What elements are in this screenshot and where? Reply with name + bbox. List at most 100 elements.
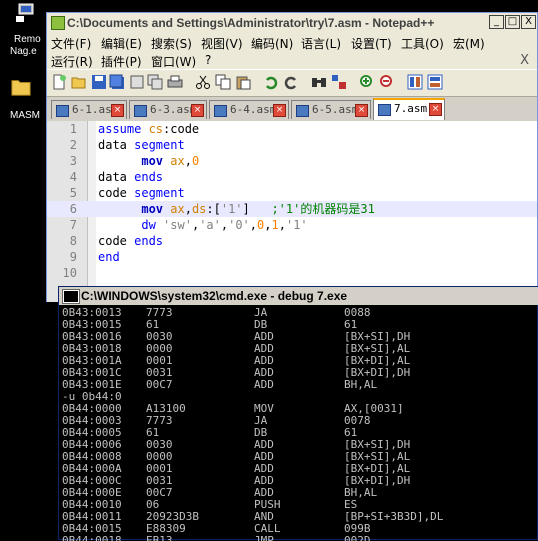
maximize-button[interactable]: □ — [505, 15, 520, 29]
zoom-in-icon[interactable] — [359, 74, 375, 90]
tab-close-icon[interactable]: × — [273, 104, 286, 117]
code-line[interactable]: 3 mov ax,0 — [47, 153, 537, 169]
code-line[interactable]: 7 dw 'sw','a','0',0,1,'1' — [47, 217, 537, 233]
line-code: code segment — [98, 185, 185, 201]
menu-help[interactable]: ? — [205, 53, 211, 67]
line-code: assume cs:code — [98, 121, 199, 137]
menu-macro[interactable]: 宏(M) — [453, 35, 485, 52]
sync-horizontal-icon[interactable] — [427, 74, 443, 90]
tab-label: 7.asm — [394, 102, 428, 115]
desktop-shortcut-remote[interactable]: Remo Nag.e — [10, 2, 41, 57]
notepad-plus-plus-window: C:\Documents and Settings\Administrator\… — [46, 12, 538, 302]
window-titlebar[interactable]: C:\Documents and Settings\Administrator\… — [47, 13, 537, 33]
code-token: 0 — [191, 154, 200, 168]
cmd-window-title: C:\WINDOWS\system32\cmd.exe - debug 7.ex… — [81, 289, 348, 303]
code-line[interactable]: 10 — [47, 265, 537, 281]
tab-6-4-asm[interactable]: 6-4.asm × — [209, 100, 289, 119]
menu-bar: 文件(F) 编辑(E) 搜索(S) 视图(V) 编码(N) 语言(L) 设置(T… — [47, 33, 537, 51]
find-icon[interactable] — [311, 74, 327, 90]
cmd-window: C:\WINDOWS\system32\cmd.exe - debug 7.ex… — [58, 286, 538, 541]
menu-plugins[interactable]: 插件(P) — [101, 53, 142, 70]
menu-edit[interactable]: 编辑(E) — [101, 35, 142, 52]
menu-run[interactable]: 运行(R) — [51, 53, 93, 70]
zoom-out-icon[interactable] — [379, 74, 395, 90]
code-line[interactable]: 6 mov ax,ds:['1'] ;'1'的机器码是31 — [47, 201, 537, 217]
operand: 002D — [344, 534, 371, 541]
cut-icon[interactable] — [195, 74, 211, 90]
menu-file[interactable]: 文件(F) — [51, 35, 91, 52]
menu-window[interactable]: 窗口(W) — [151, 53, 196, 70]
mnemonic: ADD — [254, 378, 274, 391]
tab-6-3-asm[interactable]: 6-3.asm × — [129, 100, 207, 119]
menu-language[interactable]: 语言(L) — [301, 35, 341, 52]
save-icon[interactable] — [91, 74, 107, 90]
code-line[interactable]: 8 code ends — [47, 233, 537, 249]
desktop-icon-label: Nag.e — [10, 46, 37, 57]
code-token: , — [184, 154, 192, 168]
line-number: 4 — [69, 170, 77, 184]
new-file-icon[interactable] — [51, 74, 67, 90]
code-token: data — [98, 170, 135, 184]
cmd-titlebar[interactable]: C:\WINDOWS\system32\cmd.exe - debug 7.ex… — [59, 287, 538, 305]
code-token: dw — [141, 218, 164, 232]
tab-close-icon[interactable]: × — [429, 103, 442, 116]
code-token: , — [249, 218, 258, 232]
tab-close-icon[interactable]: × — [355, 104, 368, 117]
line-number: 1 — [69, 122, 77, 136]
menu-bar-row2: 运行(R) 插件(P) 窗口(W) ? — [47, 51, 537, 69]
undo-icon[interactable] — [263, 74, 279, 90]
file-saved-icon — [134, 105, 147, 117]
code-token: ;'1'的机器码是31 — [271, 202, 375, 216]
desktop-folder-masm[interactable]: MASM — [10, 76, 40, 121]
sync-vertical-icon[interactable] — [407, 74, 423, 90]
code-line[interactable]: 1 assume cs:code — [47, 121, 537, 137]
code-token: :[ — [206, 202, 221, 216]
tab-label: 6-3.asm — [150, 103, 197, 116]
line-code: mov ax,ds:['1'] ;'1'的机器码是31 — [98, 201, 375, 217]
line-code: code ends — [98, 233, 163, 249]
code-line[interactable]: 4 data ends — [47, 169, 537, 185]
minimize-button[interactable]: _ — [489, 15, 504, 29]
open-file-icon[interactable] — [71, 74, 87, 90]
code-editor[interactable]: 1 assume cs:code 2 data segment 3 mov ax,0 4 d… — [47, 121, 537, 302]
save-all-icon[interactable] — [109, 74, 125, 90]
print-icon[interactable] — [167, 74, 183, 90]
redo-icon[interactable] — [283, 74, 299, 90]
code-token: , — [278, 218, 286, 232]
code-token: ends — [134, 170, 164, 184]
close-all-icon[interactable] — [147, 74, 163, 90]
code-token: code — [98, 234, 135, 248]
tab-6-1-asm[interactable]: 6-1.asm × — [51, 100, 127, 119]
tab-6-5-asm[interactable]: 6-5.asm × — [291, 100, 371, 119]
menu-encoding[interactable]: 编码(N) — [251, 35, 293, 52]
document-close-icon[interactable]: X — [520, 53, 529, 68]
close-file-icon[interactable] — [129, 74, 145, 90]
cmd-console-output[interactable]: 0B43:0013 7773 JA 0088 0B43:0015 61 DB 61 0B43:0… — [62, 307, 536, 541]
machine-code: EB13 — [146, 534, 173, 541]
code-token: 1 — [271, 218, 279, 232]
tab-7-asm[interactable]: 7.asm × — [373, 98, 445, 120]
code-line[interactable]: 9 end — [47, 249, 537, 265]
document-tabs: 6-1.asm × 6-3.asm × 6-4.asm × 6-5.asm × … — [47, 97, 537, 121]
file-saved-icon — [214, 105, 227, 117]
line-number: 5 — [69, 186, 77, 200]
code-line[interactable]: 5 code segment — [47, 185, 537, 201]
paste-icon[interactable] — [235, 74, 251, 90]
machine-code: 00C7 — [146, 378, 173, 391]
notepad-app-icon — [51, 16, 65, 30]
tab-close-icon[interactable]: × — [111, 104, 124, 117]
menu-settings[interactable]: 设置(T) — [351, 35, 392, 52]
menu-view[interactable]: 视图(V) — [201, 35, 243, 52]
close-button[interactable]: X — [521, 15, 536, 29]
menu-search[interactable]: 搜索(S) — [151, 35, 192, 52]
replace-icon[interactable] — [331, 74, 347, 90]
menu-tools[interactable]: 工具(O) — [401, 35, 444, 52]
copy-icon[interactable] — [215, 74, 231, 90]
code-line[interactable]: 2 data segment — [47, 137, 537, 153]
file-saved-icon — [378, 104, 391, 116]
tab-close-icon[interactable]: × — [191, 104, 204, 117]
line-code: end — [98, 249, 120, 265]
toolbar — [47, 69, 537, 97]
